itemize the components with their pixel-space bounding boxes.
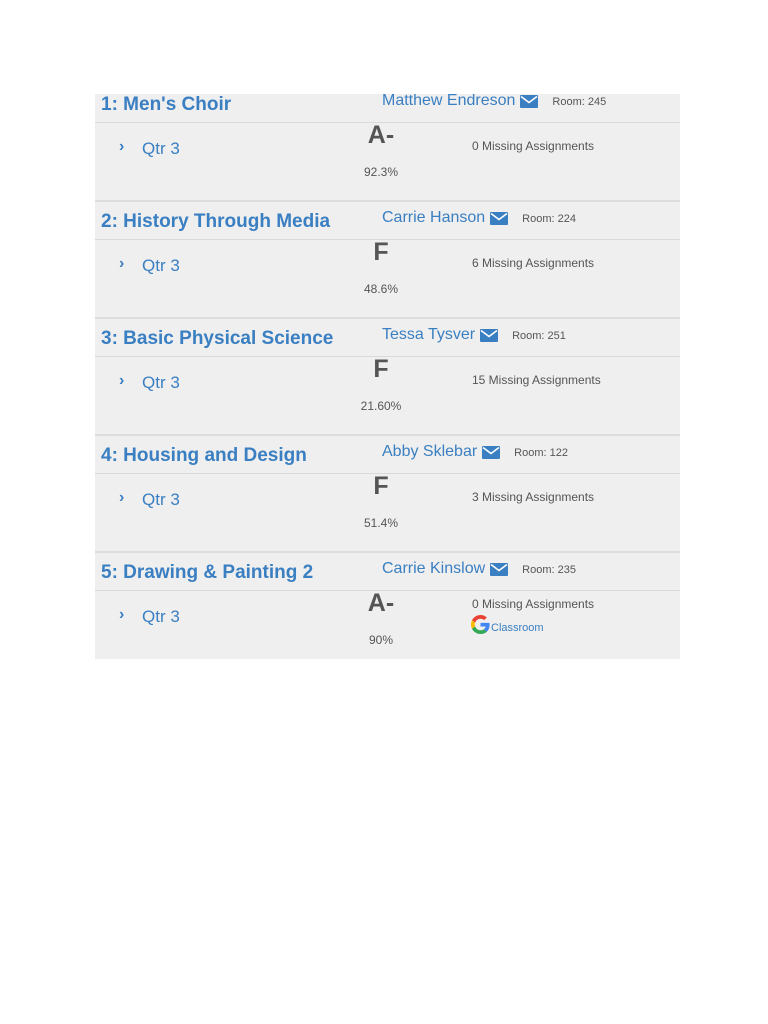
teacher-name[interactable]: Matthew Endreson: [382, 94, 515, 110]
course-header: 5: Drawing & Painting 2 Carrie Kinslow R…: [95, 553, 680, 591]
course-card: 1: Men's Choir Matthew Endreson Room: 24…: [95, 94, 680, 202]
teacher-name[interactable]: Abby Sklebar: [382, 443, 477, 461]
room-number: Room: 224: [522, 213, 576, 225]
course-header: 1: Men's Choir Matthew Endreson Room: 24…: [95, 94, 680, 123]
chevron-right-icon[interactable]: ›: [119, 606, 124, 624]
room-number: Room: 245: [552, 96, 607, 108]
grades-panel: 1: Men's Choir Matthew Endreson Room: 24…: [95, 94, 680, 659]
envelope-icon[interactable]: [482, 445, 501, 459]
course-header: 2: History Through Media Carrie Hanson R…: [95, 202, 680, 240]
room-number: Room: 122: [514, 447, 568, 459]
course-header: 3: Basic Physical Science Tessa Tysver R…: [95, 319, 680, 357]
term-link[interactable]: Qtr 3: [142, 139, 180, 159]
course-title[interactable]: 2: History Through Media: [101, 211, 330, 233]
envelope-icon[interactable]: [520, 94, 539, 108]
term-link[interactable]: Qtr 3: [142, 490, 180, 510]
grade-percent: 21.60%: [360, 399, 402, 413]
missing-assignments[interactable]: 6 Missing Assignments: [472, 256, 594, 270]
missing-assignments[interactable]: 15 Missing Assignments: [472, 373, 601, 387]
letter-grade: F: [373, 238, 389, 266]
letter-grade: F: [373, 472, 389, 500]
course-card: 5: Drawing & Painting 2 Carrie Kinslow R…: [95, 553, 680, 659]
letter-grade: A-: [367, 121, 395, 149]
teacher-info: Tessa Tysver Room: 251: [382, 326, 566, 344]
envelope-icon[interactable]: [480, 328, 499, 342]
course-title[interactable]: 4: Housing and Design: [101, 445, 307, 467]
teacher-info: Abby Sklebar Room: 122: [382, 443, 568, 461]
grade-percent: 90%: [368, 633, 394, 647]
teacher-info: Carrie Hanson Room: 224: [382, 209, 576, 227]
missing-assignments[interactable]: 0 Missing Assignments: [472, 139, 594, 153]
course-card: 4: Housing and Design Abby Sklebar Room:…: [95, 436, 680, 553]
chevron-right-icon[interactable]: ›: [119, 138, 124, 156]
room-number: Room: 251: [512, 330, 566, 342]
google-classroom-link[interactable]: Classroom: [471, 615, 544, 634]
letter-grade: F: [373, 355, 389, 383]
term-link[interactable]: Qtr 3: [142, 607, 180, 627]
teacher-name[interactable]: Tessa Tysver: [382, 326, 475, 344]
envelope-icon[interactable]: [490, 211, 509, 225]
chevron-right-icon[interactable]: ›: [119, 489, 124, 507]
envelope-icon[interactable]: [490, 562, 509, 576]
letter-grade: A-: [367, 589, 395, 617]
grade-percent: 92.3%: [363, 165, 399, 179]
room-number: Room: 235: [522, 564, 576, 576]
course-title[interactable]: 3: Basic Physical Science: [101, 328, 333, 350]
grade-percent: 51.4%: [363, 516, 399, 530]
missing-assignments[interactable]: 3 Missing Assignments: [472, 490, 594, 504]
teacher-name[interactable]: Carrie Kinslow: [382, 560, 485, 578]
course-title[interactable]: 5: Drawing & Painting 2: [101, 562, 313, 584]
chevron-right-icon[interactable]: ›: [119, 372, 124, 390]
google-classroom-label: Classroom: [491, 622, 544, 634]
course-title[interactable]: 1: Men's Choir: [101, 94, 231, 116]
teacher-info: Carrie Kinslow Room: 235: [382, 560, 576, 578]
teacher-info: Matthew Endreson Room: 245: [382, 94, 606, 110]
course-card: 2: History Through Media Carrie Hanson R…: [95, 202, 680, 319]
term-link[interactable]: Qtr 3: [142, 256, 180, 276]
course-card: 3: Basic Physical Science Tessa Tysver R…: [95, 319, 680, 436]
missing-assignments[interactable]: 0 Missing Assignments: [472, 597, 594, 611]
course-header: 4: Housing and Design Abby Sklebar Room:…: [95, 436, 680, 474]
chevron-right-icon[interactable]: ›: [119, 255, 124, 273]
teacher-name[interactable]: Carrie Hanson: [382, 209, 485, 227]
google-g-icon: [471, 615, 490, 634]
grade-percent: 48.6%: [363, 282, 399, 296]
term-link[interactable]: Qtr 3: [142, 373, 180, 393]
